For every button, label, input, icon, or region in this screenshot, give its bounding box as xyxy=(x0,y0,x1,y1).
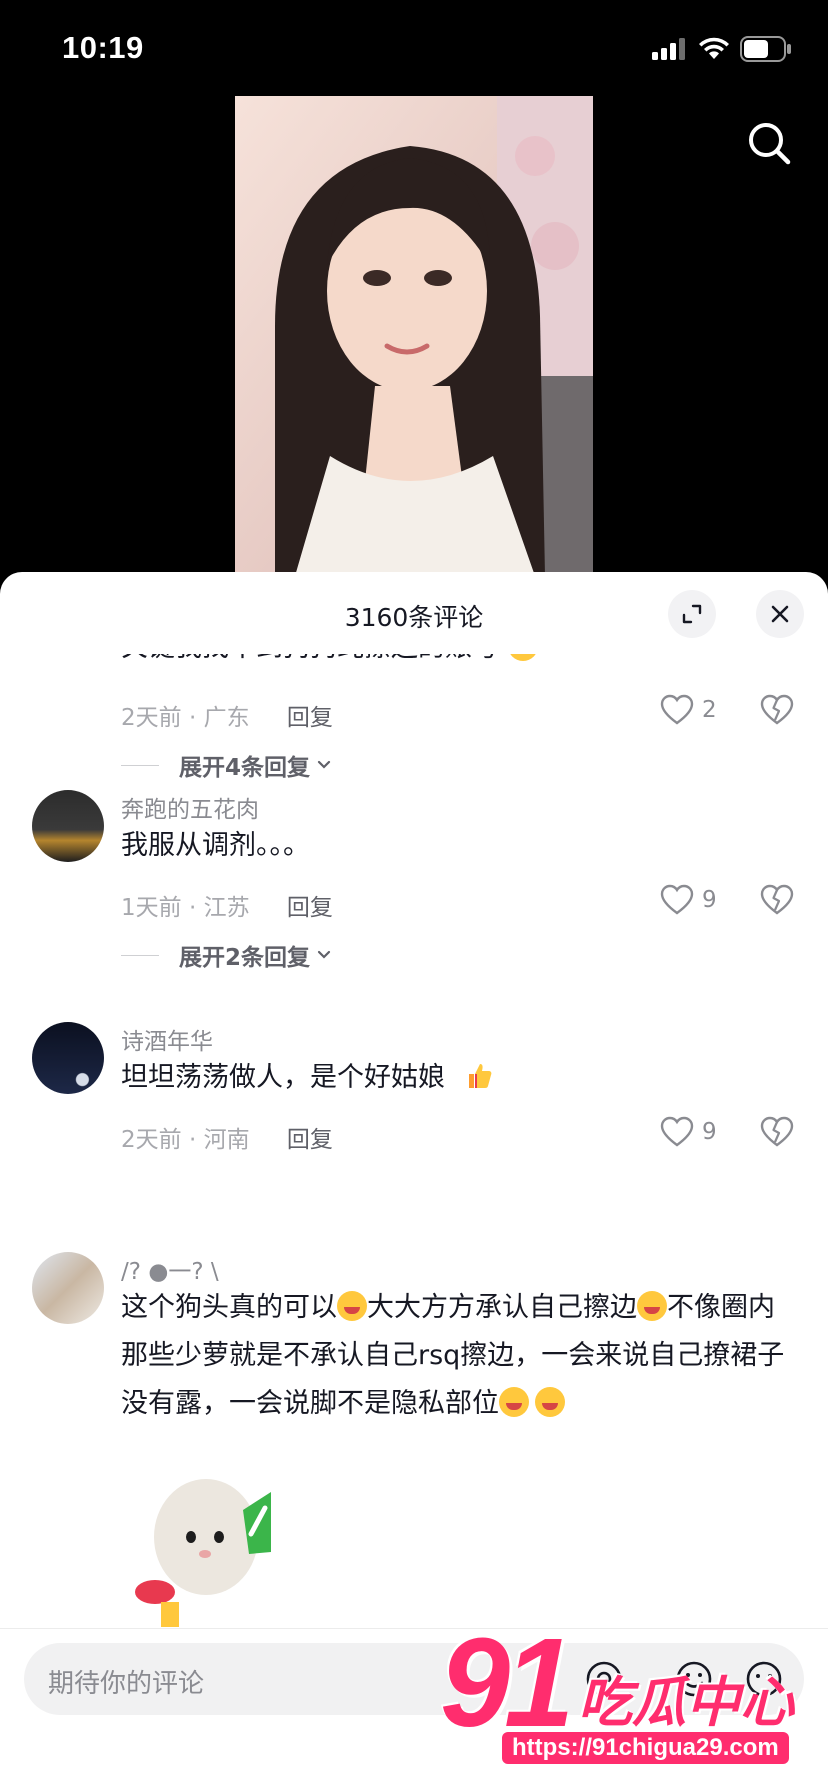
comment-time: 2天前 · 河南 xyxy=(121,1127,250,1153)
like-count: 2 xyxy=(702,697,717,723)
expand-icon xyxy=(682,604,702,624)
watermark-brand: 吃瓜中心 xyxy=(578,1671,794,1734)
divider-line xyxy=(121,954,159,956)
search-button[interactable] xyxy=(742,116,798,172)
broken-heart-icon xyxy=(760,884,794,915)
comment-text: 关键我找不到狗狗纯擦边的账号 xyxy=(121,654,499,663)
comment-item: 诗酒年华 坦坦荡荡做人，是个好姑娘 2天前 · 河南 回复 9 xyxy=(0,1022,828,1162)
heart-icon xyxy=(660,1116,694,1147)
kitten-sticker xyxy=(135,1479,271,1627)
comment-input-placeholder: 期待你的评论 xyxy=(48,1669,205,1699)
expand-replies-label: 展开4条回复 xyxy=(179,755,311,781)
close-button[interactable] xyxy=(756,590,804,638)
comments-sheet: 3160条评论 关键我找不到狗狗纯擦边的账号 2天前 · 广东 回复 xyxy=(0,572,828,1792)
expand-replies-label: 展开2条回复 xyxy=(179,945,311,971)
comments-header: 3160条评论 xyxy=(0,572,828,654)
chevron-down-icon xyxy=(317,950,331,959)
comment-time: 2天前 · 广东 xyxy=(121,705,250,731)
chevron-down-icon xyxy=(317,760,331,769)
reply-button[interactable]: 回复 xyxy=(287,895,333,921)
expand-replies-button[interactable]: 展开4条回复 xyxy=(121,748,334,782)
comment-text: 坦坦荡荡做人，是个好姑娘 xyxy=(121,1062,445,1093)
laughing-emoji-icon xyxy=(535,1387,565,1417)
video-player[interactable] xyxy=(0,96,828,576)
status-icons xyxy=(652,36,792,62)
comment-meta: 1天前 · 江苏 回复 xyxy=(121,888,333,922)
comment-list[interactable]: 关键我找不到狗狗纯擦边的账号 2天前 · 广东 回复 2 xyxy=(0,654,828,1634)
close-icon xyxy=(771,605,789,623)
dislike-button[interactable] xyxy=(760,1116,794,1152)
comment-item: 奔跑的五花肉 我服从调剂。。。 1天前 · 江苏 回复 9 展开2条回复 xyxy=(0,790,828,1010)
like-button[interactable]: 9 xyxy=(660,884,717,916)
heart-icon xyxy=(660,694,694,725)
reply-button[interactable]: 回复 xyxy=(287,705,333,731)
comment-username[interactable]: 诗酒年华 xyxy=(121,1022,213,1056)
laughing-emoji-icon xyxy=(499,1387,529,1417)
laughing-emoji-icon xyxy=(507,654,538,661)
search-icon xyxy=(749,123,791,165)
status-time: 10:19 xyxy=(62,30,144,65)
expand-replies-button[interactable]: 展开2条回复 xyxy=(121,938,334,972)
heart-icon xyxy=(660,884,694,915)
watermark-logo: 91 吃瓜中心 https://91chigua29.com xyxy=(440,1612,820,1778)
comment-content: 我服从调剂。。。 xyxy=(121,830,310,861)
signal-icon xyxy=(652,38,685,60)
sticker-image[interactable] xyxy=(121,1442,291,1632)
avatar[interactable] xyxy=(32,1252,104,1324)
comment-username[interactable]: /? ●一? \ xyxy=(121,1252,219,1286)
comment-text: 这个狗头真的可以 xyxy=(121,1292,337,1323)
comment-text: 大大方方承认自己擦边 xyxy=(367,1292,637,1323)
comment-meta: 2天前 · 河南 回复 xyxy=(121,1120,333,1154)
comment-content: 坦坦荡荡做人，是个好姑娘 xyxy=(121,1054,798,1102)
comment-item: /? ●一? \ 这个狗头真的可以 大大方方承认自己擦边 不像圈内那些少萝就是不承认… xyxy=(0,1252,828,1634)
video-frame[interactable] xyxy=(235,96,593,576)
avatar[interactable] xyxy=(32,1022,104,1094)
reply-button[interactable]: 回复 xyxy=(287,1127,333,1153)
like-count: 9 xyxy=(702,887,717,913)
laughing-emoji-icon xyxy=(337,1291,367,1321)
comment-time: 1天前 · 江苏 xyxy=(121,895,250,921)
laughing-emoji-icon xyxy=(637,1291,667,1321)
video-thumbnail xyxy=(235,96,593,576)
comment-meta: 2天前 · 广东 回复 xyxy=(121,698,333,732)
expand-button[interactable] xyxy=(668,590,716,638)
like-button[interactable]: 9 xyxy=(660,1116,717,1148)
comment-username[interactable]: 奔跑的五花肉 xyxy=(121,790,259,824)
dislike-button[interactable] xyxy=(760,884,794,920)
comment-content: 关键我找不到狗狗纯擦边的账号 xyxy=(121,654,798,672)
dislike-button[interactable] xyxy=(760,694,794,730)
comment-item: 关键我找不到狗狗纯擦边的账号 2天前 · 广东 回复 2 xyxy=(0,654,828,794)
broken-heart-icon xyxy=(760,1116,794,1147)
broken-heart-icon xyxy=(760,694,794,725)
divider-line xyxy=(121,764,159,766)
thumbs-up-icon xyxy=(468,1064,491,1088)
avatar[interactable] xyxy=(32,790,104,862)
like-button[interactable]: 2 xyxy=(660,694,717,726)
watermark-url: https://91chigua29.com xyxy=(502,1732,789,1764)
like-count: 9 xyxy=(702,1119,717,1145)
status-bar: 10:19 xyxy=(0,0,828,96)
wifi-icon xyxy=(699,37,729,59)
battery-icon xyxy=(740,36,791,62)
comment-content: 这个狗头真的可以 大大方方承认自己擦边 不像圈内那些少萝就是不承认自己rsq擦边，一… xyxy=(121,1284,798,1428)
